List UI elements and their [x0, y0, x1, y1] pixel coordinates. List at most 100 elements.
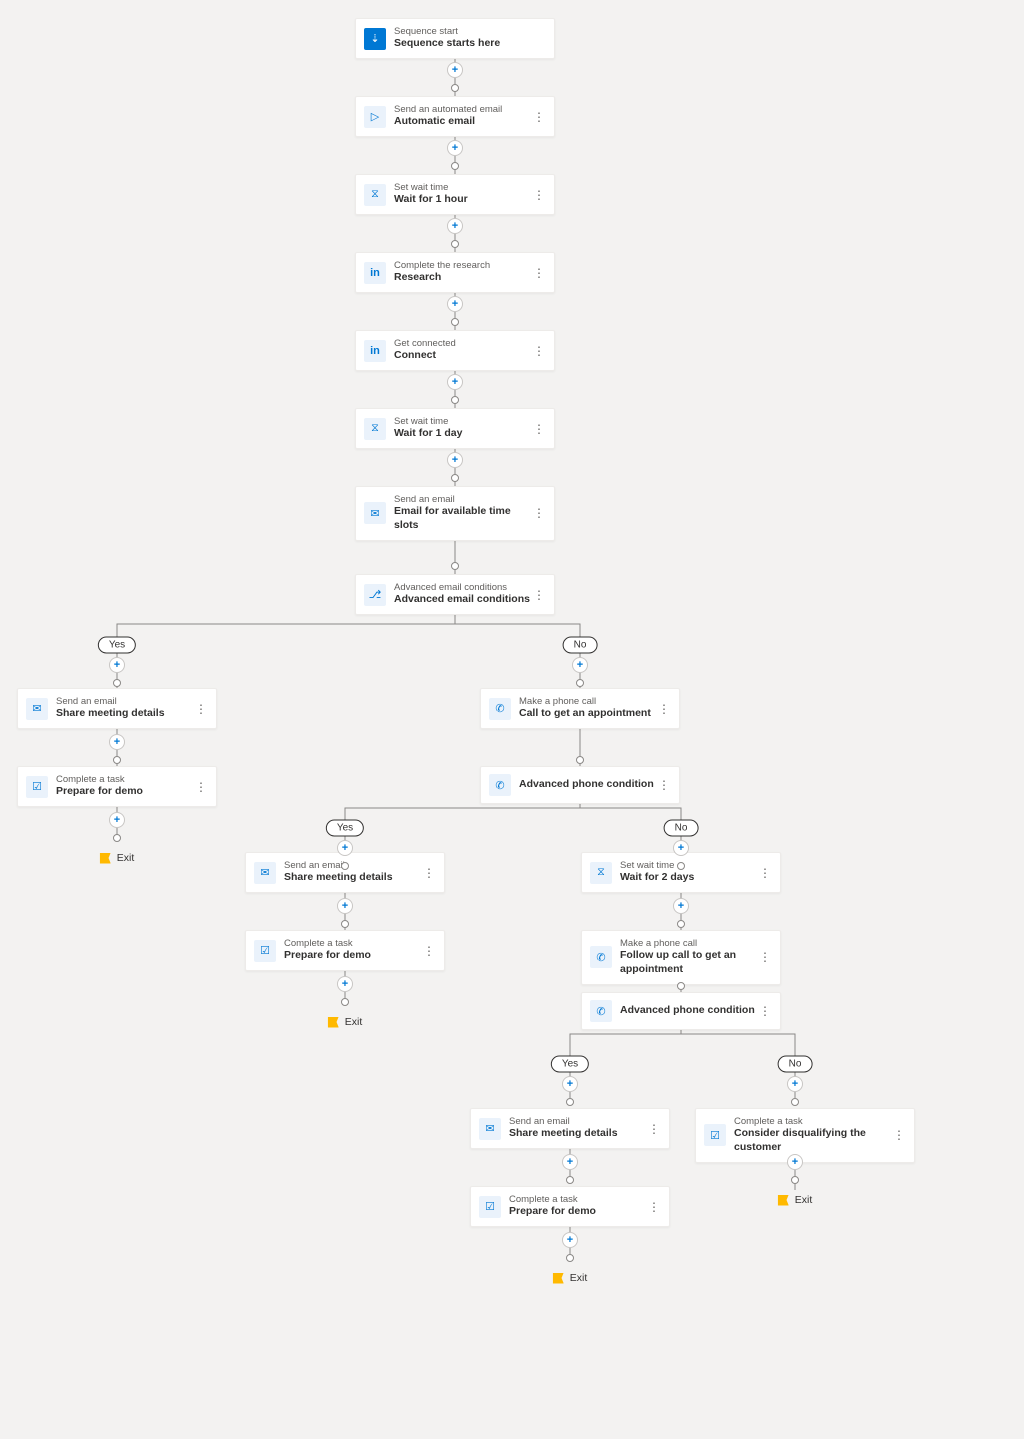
more-button[interactable]: ⋮ — [657, 700, 671, 718]
sequence-start-node[interactable]: ⇣ Sequence start Sequence starts here — [355, 18, 555, 59]
node-title: Wait for 2 days — [620, 871, 758, 885]
more-button[interactable]: ⋮ — [758, 864, 772, 882]
connector-dot — [451, 474, 459, 482]
mail-icon: ✉ — [26, 698, 48, 720]
node-title: Sequence starts here — [394, 37, 546, 51]
prepare-for-demo-node[interactable]: ☑ Complete a task Prepare for demo ⋮ — [17, 766, 217, 807]
more-button[interactable]: ⋮ — [422, 864, 436, 882]
node-subtitle: Complete the research — [394, 260, 532, 271]
prepare-for-demo-node-2[interactable]: ☑ Complete a task Prepare for demo ⋮ — [245, 930, 445, 971]
connector-dot — [451, 84, 459, 92]
node-subtitle: Send an email — [509, 1116, 647, 1127]
add-step-button[interactable]: + — [447, 374, 463, 390]
add-step-button[interactable]: + — [787, 1154, 803, 1170]
more-button[interactable]: ⋮ — [758, 948, 772, 966]
automatic-email-node[interactable]: ▷ Send an automated email Automatic emai… — [355, 96, 555, 137]
node-title: Research — [394, 271, 532, 285]
linkedin-icon: in — [364, 262, 386, 284]
share-meeting-details-node-3[interactable]: ✉ Send an email Share meeting details ⋮ — [470, 1108, 670, 1149]
node-title: Share meeting details — [509, 1127, 647, 1141]
add-step-button[interactable]: + — [787, 1076, 803, 1092]
connect-node[interactable]: in Get connected Connect ⋮ — [355, 330, 555, 371]
connector-dot — [576, 756, 584, 764]
connector-dot — [576, 679, 584, 687]
add-step-button[interactable]: + — [673, 840, 689, 856]
node-subtitle: Make a phone call — [519, 696, 657, 707]
connector-dot — [341, 862, 349, 870]
connector-dot — [677, 982, 685, 990]
add-step-button[interactable]: + — [562, 1154, 578, 1170]
node-title: Advanced email conditions — [394, 593, 532, 607]
disqualify-customer-node[interactable]: ☑ Complete a task Consider disqualifying… — [695, 1108, 915, 1163]
research-node[interactable]: in Complete the research Research ⋮ — [355, 252, 555, 293]
node-title: Connect — [394, 349, 532, 363]
check-icon: ☑ — [26, 776, 48, 798]
advanced-email-conditions-node[interactable]: ⎇ Advanced email conditions Advanced ema… — [355, 574, 555, 615]
more-button[interactable]: ⋮ — [892, 1126, 906, 1144]
share-meeting-details-node-2[interactable]: ✉ Send an email Share meeting details ⋮ — [245, 852, 445, 893]
email-time-slots-node[interactable]: ✉ Send an email Email for available time… — [355, 486, 555, 541]
add-step-button[interactable]: + — [447, 140, 463, 156]
node-subtitle: Make a phone call — [620, 938, 758, 949]
add-step-button[interactable]: + — [447, 452, 463, 468]
connector-dot — [451, 318, 459, 326]
more-button[interactable]: ⋮ — [532, 586, 546, 604]
add-step-button[interactable]: + — [337, 976, 353, 992]
phone-icon: ✆ — [590, 946, 612, 968]
more-button[interactable]: ⋮ — [422, 942, 436, 960]
node-title: Advanced phone condition — [620, 1004, 758, 1018]
add-step-button[interactable]: + — [337, 898, 353, 914]
wait-1-day-node[interactable]: ⧖ Set wait time Wait for 1 day ⋮ — [355, 408, 555, 449]
add-step-button[interactable]: + — [447, 296, 463, 312]
more-button[interactable]: ⋮ — [532, 108, 546, 126]
more-button[interactable]: ⋮ — [532, 504, 546, 522]
node-subtitle: Sequence start — [394, 26, 546, 37]
connector-dot — [451, 162, 459, 170]
share-meeting-details-node[interactable]: ✉ Send an email Share meeting details ⋮ — [17, 688, 217, 729]
connector-dot — [566, 1254, 574, 1262]
node-title: Call to get an appointment — [519, 707, 657, 721]
add-step-button[interactable]: + — [447, 62, 463, 78]
add-step-button[interactable]: + — [673, 898, 689, 914]
more-button[interactable]: ⋮ — [758, 1002, 772, 1020]
more-button[interactable]: ⋮ — [657, 776, 671, 794]
connector-dot — [451, 240, 459, 248]
node-title: Wait for 1 day — [394, 427, 532, 441]
more-button[interactable]: ⋮ — [647, 1198, 661, 1216]
add-step-button[interactable]: + — [562, 1232, 578, 1248]
more-button[interactable]: ⋮ — [194, 778, 208, 796]
followup-call-node[interactable]: ✆ Make a phone call Follow up call to ge… — [581, 930, 781, 985]
advanced-phone-condition-node-2[interactable]: ✆ Advanced phone condition ⋮ — [581, 992, 781, 1030]
advanced-phone-condition-node[interactable]: ✆ Advanced phone condition ⋮ — [480, 766, 680, 804]
wait-2-days-node[interactable]: ⧖ Set wait time Wait for 2 days ⋮ — [581, 852, 781, 893]
add-step-button[interactable]: + — [447, 218, 463, 234]
add-step-button[interactable]: + — [109, 812, 125, 828]
call-appointment-node[interactable]: ✆ Make a phone call Call to get an appoi… — [480, 688, 680, 729]
mail-icon: ✉ — [479, 1118, 501, 1140]
node-title: Share meeting details — [56, 707, 194, 721]
more-button[interactable]: ⋮ — [532, 420, 546, 438]
check-icon: ☑ — [254, 940, 276, 962]
more-button[interactable]: ⋮ — [532, 186, 546, 204]
hourglass-icon: ⧖ — [364, 418, 386, 440]
connector-dot — [791, 1176, 799, 1184]
add-step-button[interactable]: + — [572, 657, 588, 673]
wait-1-hour-node[interactable]: ⧖ Set wait time Wait for 1 hour ⋮ — [355, 174, 555, 215]
add-step-button[interactable]: + — [337, 840, 353, 856]
more-button[interactable]: ⋮ — [532, 342, 546, 360]
node-title: Share meeting details — [284, 871, 422, 885]
branch-icon: ⎇ — [364, 584, 386, 606]
more-button[interactable]: ⋮ — [532, 264, 546, 282]
add-step-button[interactable]: + — [109, 657, 125, 673]
node-title: Automatic email — [394, 115, 532, 129]
more-button[interactable]: ⋮ — [194, 700, 208, 718]
node-title: Prepare for demo — [509, 1205, 647, 1219]
node-subtitle: Complete a task — [56, 774, 194, 785]
exit-marker: Exit — [778, 1194, 813, 1206]
prepare-for-demo-node-3[interactable]: ☑ Complete a task Prepare for demo ⋮ — [470, 1186, 670, 1227]
add-step-button[interactable]: + — [109, 734, 125, 750]
node-title: Follow up call to get an appointment — [620, 949, 758, 976]
node-subtitle: Set wait time — [394, 182, 532, 193]
more-button[interactable]: ⋮ — [647, 1120, 661, 1138]
add-step-button[interactable]: + — [562, 1076, 578, 1092]
